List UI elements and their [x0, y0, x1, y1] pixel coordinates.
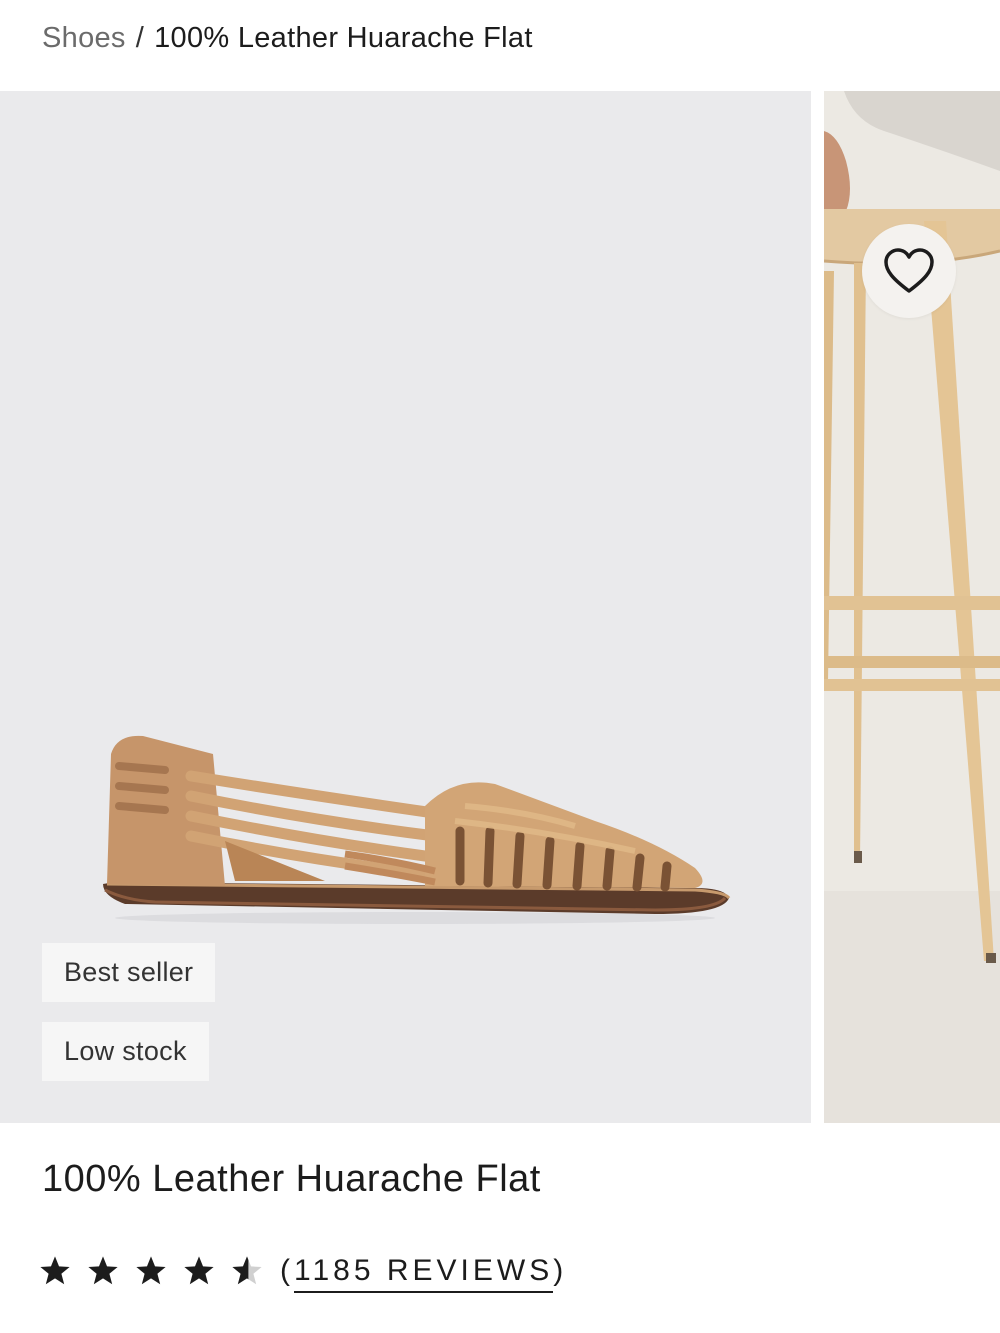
reviews-count-text: 1185 REVIEWS — [294, 1254, 554, 1293]
product-image-main[interactable]: Best seller Low stock — [0, 91, 811, 1123]
huarache-shoe-image — [103, 735, 731, 924]
star-half-icon — [230, 1255, 264, 1287]
breadcrumb-separator: / — [135, 21, 145, 54]
star-rating — [38, 1255, 264, 1287]
breadcrumb-current: 100% Leather Huarache Flat — [154, 21, 533, 54]
badge-best-seller: Best seller — [42, 943, 216, 1002]
product-title: 100% Leather Huarache Flat — [42, 1158, 541, 1200]
reviews-open-paren: ( — [280, 1254, 294, 1287]
reviews-link[interactable]: (1185 REVIEWS) — [280, 1254, 568, 1293]
star-full-icon — [134, 1255, 168, 1287]
breadcrumb-shoes-link[interactable]: Shoes — [42, 22, 126, 55]
favorite-button[interactable] — [862, 224, 956, 318]
badge-low-stock: Low stock — [42, 1022, 209, 1081]
reviews-close-paren: ) — [553, 1254, 568, 1287]
product-page: Shoes / 100% Leather Huarache Flat Best … — [0, 0, 1000, 1333]
star-full-icon — [86, 1255, 120, 1287]
star-full-icon — [182, 1255, 216, 1287]
star-full-icon — [38, 1255, 72, 1287]
rating-row: (1185 REVIEWS) — [38, 1247, 567, 1295]
product-image-gallery[interactable]: Best seller Low stock — [0, 91, 1000, 1123]
heart-icon — [884, 248, 934, 293]
breadcrumb: Shoes / 100% Leather Huarache Flat — [42, 18, 533, 58]
